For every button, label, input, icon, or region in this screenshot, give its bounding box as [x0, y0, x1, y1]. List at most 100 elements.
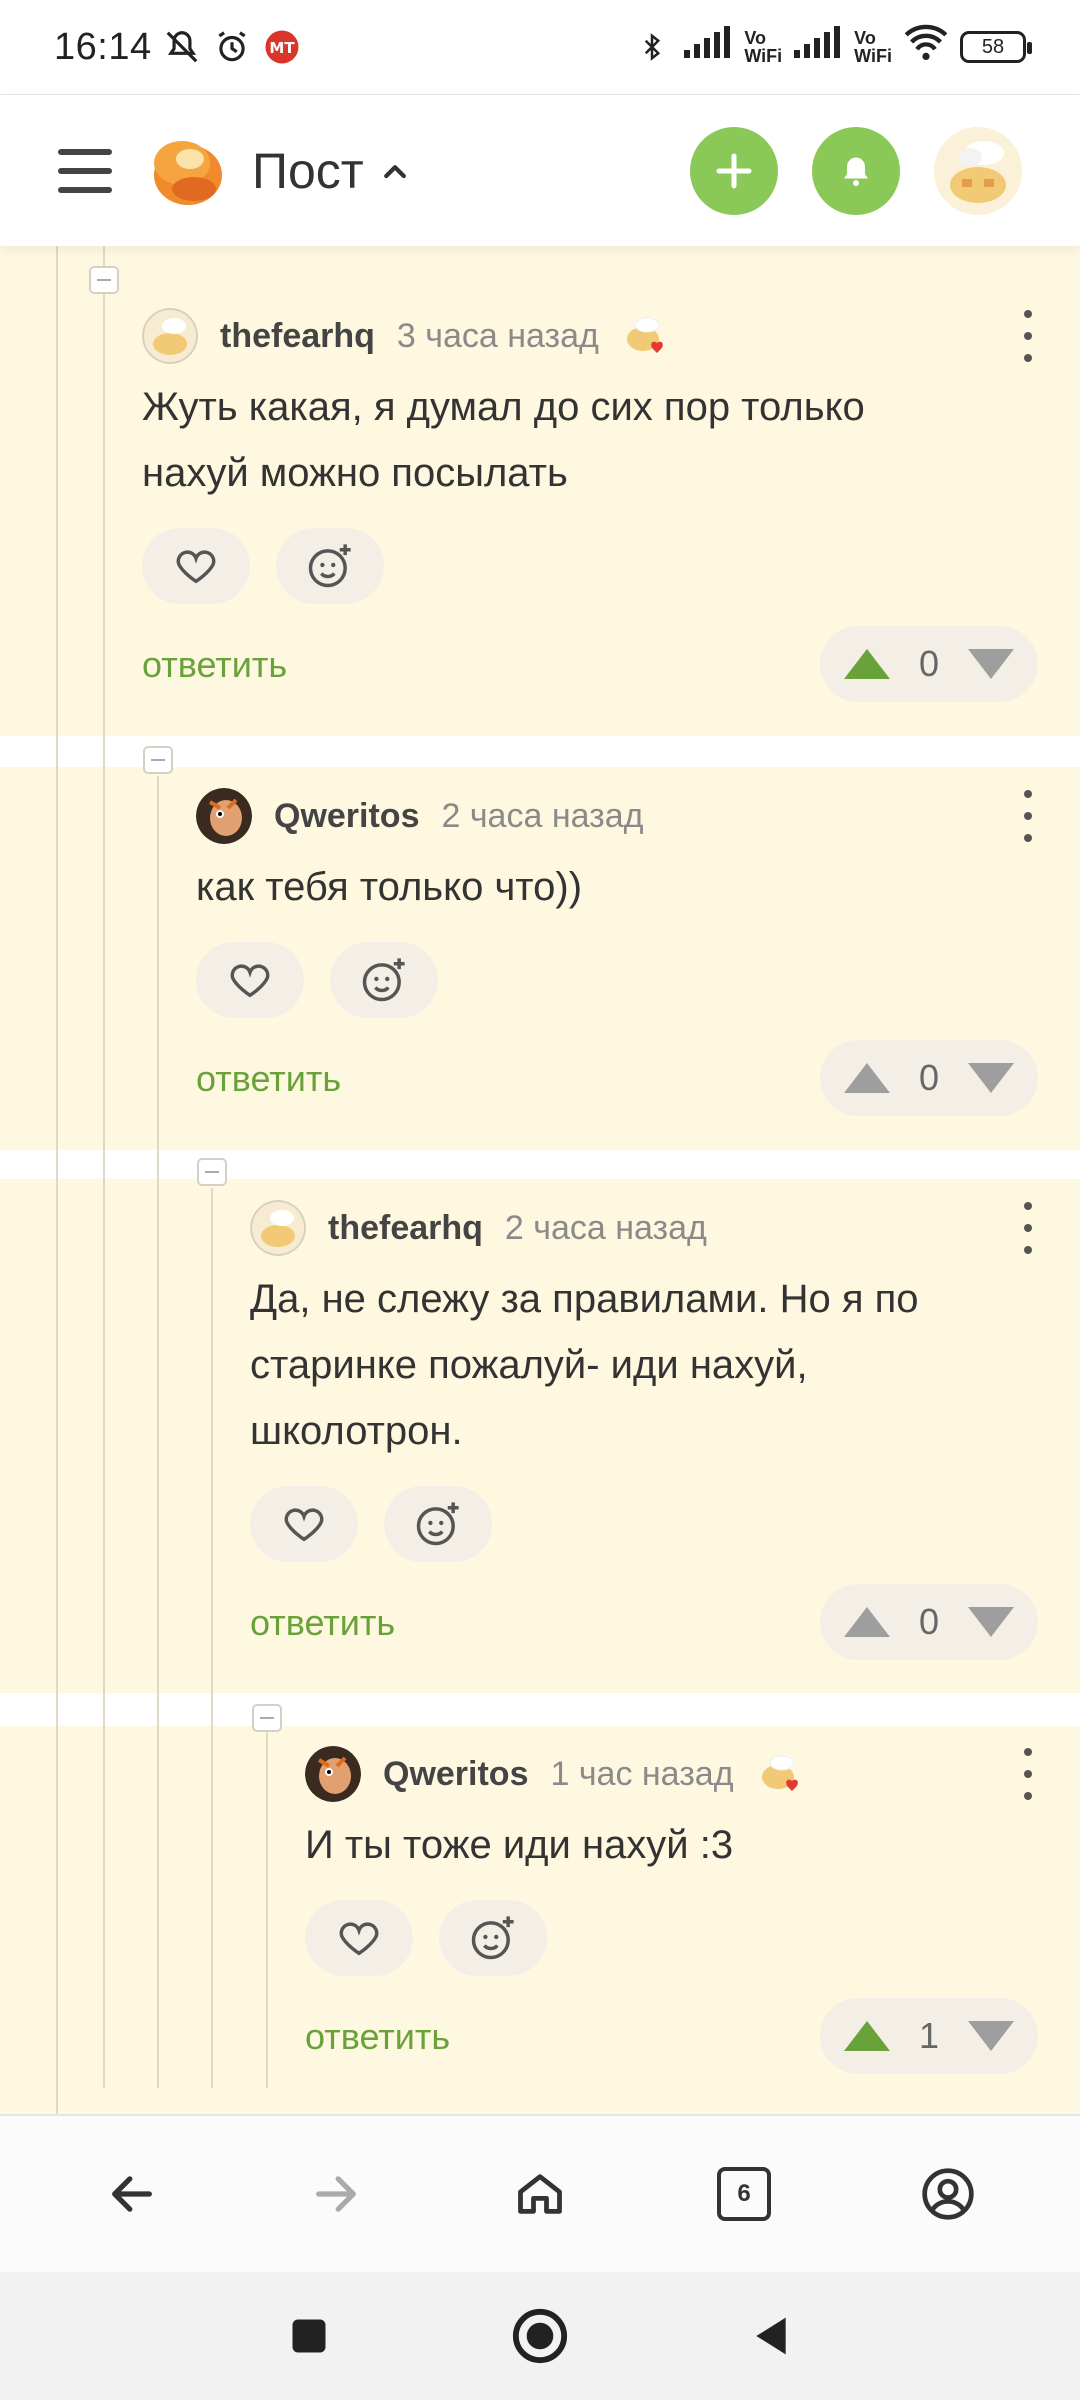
vowifi-label: Vo WiFi [744, 28, 783, 66]
downvote-icon[interactable] [966, 1061, 1016, 1095]
add-reaction-button[interactable] [384, 1486, 492, 1562]
heart-icon [230, 964, 270, 998]
downvote-icon[interactable] [966, 647, 1016, 681]
menu-icon[interactable] [58, 148, 112, 193]
downvote-icon[interactable] [966, 2019, 1016, 2053]
account-button[interactable] [908, 2154, 988, 2234]
downvote-icon[interactable] [966, 1605, 1016, 1639]
vote-control: 1 [820, 1998, 1038, 2074]
forward-icon [316, 2176, 356, 2212]
add-reaction-icon [308, 544, 351, 588]
comment-text: Жуть какая, я думал до сих пор только на… [142, 385, 865, 495]
upvote-icon[interactable] [842, 1605, 892, 1639]
vote-count: 0 [918, 643, 940, 684]
vowifi-label-2: Vo WiFi [854, 28, 892, 66]
home-circle-icon[interactable] [511, 2307, 569, 2365]
svg-text:MT: MT [269, 39, 295, 57]
like-button[interactable] [250, 1486, 358, 1562]
bell-icon [844, 157, 868, 186]
more-options-icon[interactable] [1018, 310, 1038, 362]
thread-line [103, 246, 105, 2088]
thread-line [211, 1188, 213, 2088]
more-options-icon[interactable] [1018, 790, 1038, 842]
thread-line [157, 776, 159, 2088]
system-navigation-bar [0, 2272, 1080, 2400]
vote-control: 0 [820, 1584, 1038, 1660]
author-avatar[interactable] [196, 788, 252, 844]
add-post-button[interactable] [690, 126, 778, 215]
comment-time[interactable]: 1 час назад [550, 1755, 733, 1794]
like-button[interactable] [142, 528, 250, 604]
collapse-toggle[interactable] [252, 1704, 282, 1732]
reply-button[interactable]: ответить [250, 1602, 395, 1644]
upvote-icon[interactable] [842, 1061, 892, 1095]
mute-icon [162, 27, 202, 67]
like-button[interactable] [196, 942, 304, 1018]
comment: Qweritos 1 час назад И ты тоже иди нахуй… [305, 1744, 1038, 2076]
signal-icon-2 [794, 25, 842, 69]
home-icon [518, 2174, 562, 2214]
back-button[interactable] [92, 2154, 172, 2234]
browser-toolbar: 6 [0, 2114, 1080, 2272]
wifi-icon [904, 24, 948, 70]
battery-indicator: 58 [960, 31, 1032, 63]
comment-author[interactable]: Qweritos [383, 1755, 528, 1794]
status-time: 16:14 [54, 25, 152, 68]
add-reaction-icon [471, 1916, 514, 1960]
back-icon [112, 2176, 152, 2212]
comments-thread: thefearhq 3 часа назад Жуть какая, я дум… [0, 246, 1080, 2114]
reply-button[interactable]: ответить [305, 2016, 450, 2058]
recents-icon[interactable] [287, 2314, 331, 2358]
collapse-toggle[interactable] [143, 746, 173, 774]
comment-time[interactable]: 2 часа назад [505, 1209, 707, 1248]
comment-author[interactable]: thefearhq [328, 1209, 483, 1248]
app-notification-icon: MT [262, 27, 302, 67]
tabs-button[interactable]: 6 [704, 2154, 784, 2234]
award-badge-icon[interactable] [754, 1747, 808, 1801]
like-button[interactable] [305, 1900, 413, 1976]
author-avatar[interactable] [142, 308, 198, 364]
heart-icon [176, 550, 216, 584]
collapse-toggle[interactable] [197, 1158, 227, 1186]
comment: thefearhq 3 часа назад Жуть какая, я дум… [142, 306, 1038, 704]
add-reaction-icon [362, 958, 405, 1002]
vote-control: 0 [820, 626, 1038, 702]
forward-button[interactable] [296, 2154, 376, 2234]
comment-author[interactable]: thefearhq [220, 317, 375, 356]
comment-text: как тебя только что)) [196, 865, 583, 909]
more-options-icon[interactable] [1018, 1748, 1038, 1800]
add-reaction-icon [416, 1502, 459, 1546]
comment-author[interactable]: Qweritos [274, 797, 419, 836]
chevron-up-icon[interactable] [380, 156, 410, 186]
user-avatar[interactable] [934, 126, 1022, 215]
award-badge-icon[interactable] [619, 309, 673, 363]
comment-time[interactable]: 3 часа назад [397, 317, 599, 356]
add-reaction-button[interactable] [439, 1900, 547, 1976]
home-button[interactable] [500, 2154, 580, 2234]
pikabu-logo-icon[interactable] [148, 133, 224, 209]
add-reaction-button[interactable] [276, 528, 384, 604]
reply-button[interactable]: ответить [196, 1058, 341, 1100]
vote-count: 1 [918, 2015, 940, 2056]
thread-line [56, 246, 58, 2114]
upvote-icon[interactable] [842, 647, 892, 681]
collapse-toggle[interactable] [89, 266, 119, 294]
comment-time[interactable]: 2 часа назад [441, 797, 643, 836]
vote-control: 0 [820, 1040, 1038, 1116]
comment-text: И ты тоже иди нахуй :3 [305, 1823, 734, 1867]
comment: thefearhq 2 часа назад Да, не слежу за п… [250, 1198, 1038, 1662]
notifications-button[interactable] [812, 126, 900, 215]
account-icon [922, 2168, 974, 2220]
page-title[interactable]: Пост [252, 142, 364, 200]
reply-button[interactable]: ответить [142, 644, 287, 686]
thread-line [266, 1722, 268, 2088]
status-bar: 16:14 MT Vo WiFi Vo WiFi 58 [0, 0, 1080, 94]
add-reaction-button[interactable] [330, 942, 438, 1018]
upvote-icon[interactable] [842, 2019, 892, 2053]
system-back-icon[interactable] [749, 2311, 793, 2361]
author-avatar[interactable] [250, 1200, 306, 1256]
author-avatar[interactable] [305, 1746, 361, 1802]
bluetooth-icon [632, 27, 672, 67]
app-header: Пост [0, 94, 1080, 246]
more-options-icon[interactable] [1018, 1202, 1038, 1254]
